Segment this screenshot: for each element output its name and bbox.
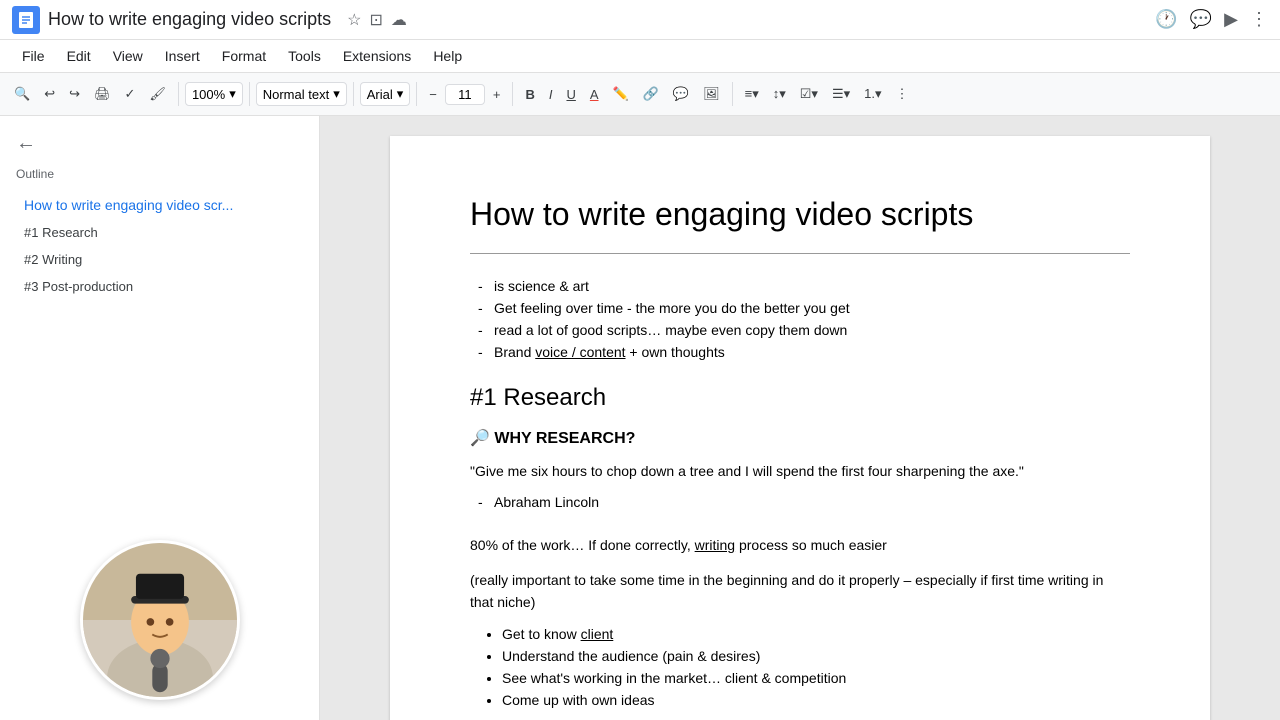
paintformat-btn[interactable]: 🖌 — [143, 82, 172, 106]
print-btn[interactable]: 🖨 — [88, 82, 117, 106]
para-1: 80% of the work… If done correctly, writ… — [470, 534, 1130, 556]
separator-3 — [353, 82, 354, 106]
line-spacing-btn[interactable]: ↕▾ — [767, 82, 792, 106]
toolbar: 🔍 ↩ ↪ 🖨 ✓ 🖌 100% ▾ Normal text ▾ Arial ▾… — [0, 72, 1280, 116]
bullet-list-btn[interactable]: ☰▾ — [826, 82, 856, 106]
title-icons: ☆ ⊡ ☁ — [347, 10, 407, 30]
zoom-select[interactable]: 100% ▾ — [185, 82, 243, 106]
star-icon[interactable]: ☆ — [347, 10, 361, 30]
spellcheck-btn[interactable]: ✓ — [119, 82, 142, 106]
menu-insert[interactable]: Insert — [155, 44, 210, 68]
checklist-btn[interactable]: ☑▾ — [794, 82, 824, 106]
bullet-item-4: Come up with own ideas — [502, 692, 1130, 708]
main-area: ← Outline How to write engaging video sc… — [0, 116, 1280, 720]
numbered-list-btn[interactable]: 1.▾ — [858, 82, 887, 106]
font-size-input[interactable]: 11 — [445, 84, 485, 105]
separator-1 — [178, 82, 179, 106]
research-heading: #1 Research — [470, 384, 1130, 412]
highlight-btn[interactable]: ✏️ — [607, 82, 635, 106]
outline-item-title[interactable]: How to write engaging video scr... — [16, 193, 303, 217]
doc-divider — [470, 253, 1130, 254]
underline-client: client — [581, 626, 614, 642]
font-size-increase[interactable]: + — [487, 83, 507, 106]
quote-attribution: Abraham Lincoln — [470, 494, 1130, 510]
comments-icon[interactable]: 💬 — [1190, 9, 1212, 30]
intro-item-3: read a lot of good scripts… maybe even c… — [470, 322, 1130, 338]
webcam-feed — [80, 540, 240, 700]
chevron-down-icon: ▾ — [229, 86, 236, 102]
separator-2 — [249, 82, 250, 106]
chevron-down-icon: ▾ — [397, 86, 404, 102]
document-area[interactable]: How to write engaging video scripts is s… — [320, 116, 1280, 720]
history-icon[interactable]: 🕐 — [1155, 9, 1177, 30]
menu-view[interactable]: View — [103, 44, 153, 68]
menu-file[interactable]: File — [12, 44, 55, 68]
separator-6 — [732, 82, 733, 106]
menu-bar: File Edit View Insert Format Tools Exten… — [0, 40, 1280, 72]
para-2: (really important to take some time in t… — [470, 569, 1130, 614]
outline-item-research[interactable]: #1 Research — [16, 221, 303, 244]
document-title: How to write engaging video scripts — [48, 9, 331, 30]
doc-icon — [12, 6, 40, 34]
bold-btn[interactable]: B — [519, 83, 540, 106]
menu-tools[interactable]: Tools — [278, 44, 331, 68]
intro-item-2: Get feeling over time - the more you do … — [470, 300, 1130, 316]
title-bar: How to write engaging video scripts ☆ ⊡ … — [0, 0, 1280, 40]
underline-writing: writing — [695, 537, 735, 553]
undo-btn[interactable]: ↩ — [38, 82, 61, 106]
document-page: How to write engaging video scripts is s… — [390, 136, 1210, 720]
text-color-btn[interactable]: A — [584, 83, 605, 106]
menu-help[interactable]: Help — [423, 44, 472, 68]
why-research-heading: 🔎 WHY RESEARCH? — [470, 428, 1130, 448]
outline-item-writing[interactable]: #2 Writing — [16, 248, 303, 271]
folder-icon[interactable]: ⊡ — [369, 10, 382, 30]
outline-label: Outline — [16, 167, 303, 181]
sidebar: ← Outline How to write engaging video sc… — [0, 116, 320, 720]
bullet-item-1: Get to know client — [502, 626, 1130, 642]
link-btn[interactable]: 🔗 — [637, 82, 665, 106]
cloud-icon[interactable]: ☁ — [391, 10, 407, 30]
research-bullet-list: Get to know client Understand the audien… — [470, 626, 1130, 708]
more-icon[interactable]: ⋮ — [1250, 9, 1268, 30]
align-btn[interactable]: ≡▾ — [739, 82, 765, 106]
quote-author: Abraham Lincoln — [470, 494, 1130, 510]
separator-4 — [416, 82, 417, 106]
style-select[interactable]: Normal text ▾ — [256, 82, 347, 106]
font-size-decrease[interactable]: − — [423, 83, 443, 106]
menu-format[interactable]: Format — [212, 44, 276, 68]
intro-item-4: Brand voice / content + own thoughts — [470, 344, 1130, 360]
quote-text: "Give me six hours to chop down a tree a… — [470, 460, 1130, 482]
intro-list: is science & art Get feeling over time -… — [470, 278, 1130, 360]
bullet-item-3: See what's working in the market… client… — [502, 670, 1130, 686]
present-icon[interactable]: ▶ — [1224, 9, 1238, 30]
doc-main-title: How to write engaging video scripts — [470, 196, 1130, 233]
separator-5 — [512, 82, 513, 106]
italic-btn[interactable]: I — [543, 83, 559, 106]
image-btn[interactable]: 🖼 — [697, 82, 726, 106]
search-btn[interactable]: 🔍 — [8, 82, 36, 106]
menu-extensions[interactable]: Extensions — [333, 44, 421, 68]
bullet-item-2: Understand the audience (pain & desires) — [502, 648, 1130, 664]
back-button[interactable]: ← — [16, 132, 303, 155]
redo-btn[interactable]: ↪ — [63, 82, 86, 106]
outline-item-postprod[interactable]: #3 Post-production — [16, 275, 303, 298]
header-right-icons: 🕐 💬 ▶ ⋮ — [1155, 9, 1268, 30]
intro-item-1: is science & art — [470, 278, 1130, 294]
underline-btn[interactable]: U — [560, 83, 581, 106]
more-options-btn[interactable]: ⋮ — [890, 82, 915, 106]
underline-voice-content: voice / content — [535, 344, 625, 360]
comment-btn[interactable]: 💬 — [667, 82, 695, 106]
chevron-down-icon: ▾ — [333, 86, 340, 102]
font-select[interactable]: Arial ▾ — [360, 82, 411, 106]
menu-edit[interactable]: Edit — [57, 44, 101, 68]
